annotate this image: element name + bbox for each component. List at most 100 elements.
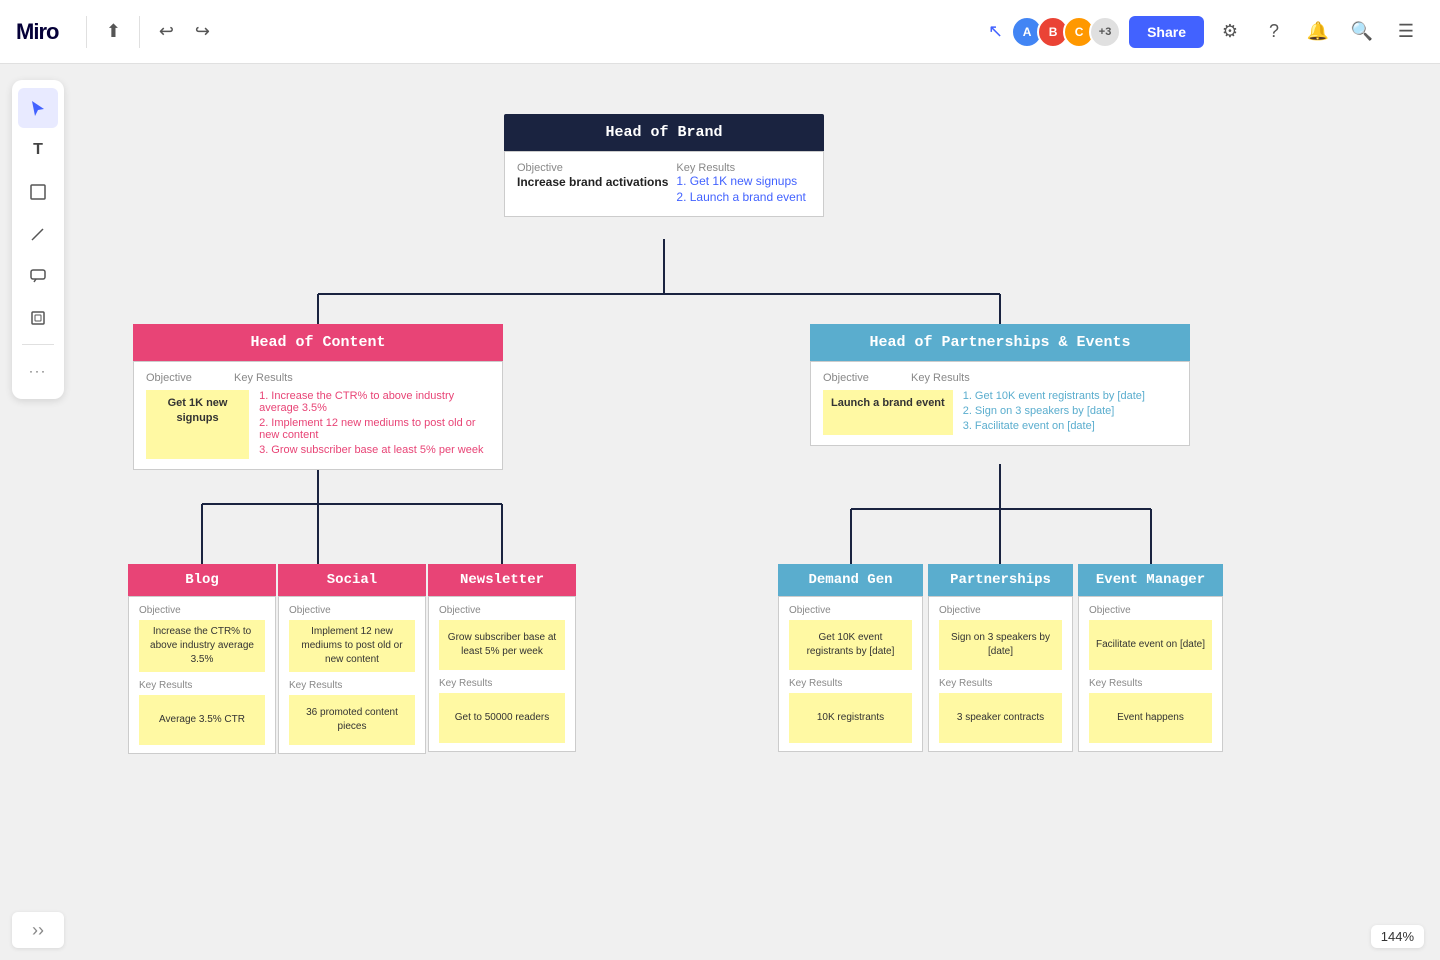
partnerships-sub-kr: 3 speaker contracts — [939, 693, 1062, 743]
hob-cols: Objective Increase brand activations Key… — [517, 162, 811, 206]
newsletter-node: Newsletter Objective Grow subscriber bas… — [428, 564, 576, 752]
hob-kr-col: Key Results 1. Get 1K new signups 2. Lau… — [676, 162, 811, 206]
share-button[interactable]: Share — [1129, 16, 1204, 48]
hob-objective-val: Increase brand activations — [517, 174, 668, 191]
head-of-content-node: Head of Content Objective Key Results Ge… — [133, 324, 503, 470]
blog-node: Blog Objective Increase the CTR% to abov… — [128, 564, 276, 754]
hoc-body: Objective Key Results Get 1K new signups… — [133, 361, 503, 470]
cursor-icon: ↖ — [988, 21, 1003, 42]
blog-header: Blog — [128, 564, 276, 596]
blog-body: Objective Increase the CTR% to above ind… — [128, 596, 276, 754]
undo-button[interactable]: ↩ — [148, 14, 184, 50]
hop-objective-label: Objective — [823, 372, 903, 384]
partnerships-sub-header: Partnerships — [928, 564, 1073, 596]
hob-kr-label: Key Results — [676, 162, 811, 174]
hoc-kr-2: 2. Implement 12 new mediums to post old … — [259, 417, 490, 441]
pen-tool[interactable] — [18, 214, 58, 254]
settings-icon[interactable]: ⚙ — [1212, 14, 1248, 50]
partnerships-sub-body: Objective Sign on 3 speakers by [date] K… — [928, 596, 1073, 752]
avatar-count: +3 — [1089, 16, 1121, 48]
demandgen-node: Demand Gen Objective Get 10K event regis… — [778, 564, 923, 752]
more-tools[interactable]: ··· — [18, 351, 58, 391]
newsletter-header: Newsletter — [428, 564, 576, 596]
help-icon[interactable]: ? — [1256, 14, 1292, 50]
blog-kr: Average 3.5% CTR — [139, 695, 265, 745]
hoc-header-row: Objective Key Results — [146, 372, 490, 384]
hoc-content: Get 1K new signups 1. Increase the CTR% … — [146, 390, 490, 459]
partnerships-sub-kr-label: Key Results — [939, 678, 1062, 689]
hob-body: Objective Increase brand activations Key… — [504, 151, 824, 217]
hob-kr-list: 1. Get 1K new signups 2. Launch a brand … — [676, 174, 811, 204]
partnerships-sub-objective: Sign on 3 speakers by [date] — [939, 620, 1062, 670]
hob-objective-label: Objective — [517, 162, 668, 174]
demandgen-obj-label: Objective — [789, 605, 912, 616]
sticky-tool[interactable] — [18, 172, 58, 212]
avatar-group: A B C +3 — [1011, 16, 1121, 48]
topbar: Miro ⬆ ↩ ↪ ↖ A B C +3 Share ⚙ ? 🔔 🔍 ☰ — [0, 0, 1440, 64]
newsletter-kr: Get to 50000 readers — [439, 693, 565, 743]
hob-kr-2: 2. Launch a brand event — [676, 190, 811, 204]
blog-kr-label: Key Results — [139, 680, 265, 691]
hoc-sticky: Get 1K new signups — [146, 390, 249, 459]
hob-obj-col: Objective Increase brand activations — [517, 162, 668, 206]
hop-content: Launch a brand event 1. Get 10K event re… — [823, 390, 1177, 435]
hop-header: Head of Partnerships & Events — [810, 324, 1190, 361]
hop-kr-label: Key Results — [911, 372, 970, 384]
comment-tool[interactable] — [18, 256, 58, 296]
panel-toggle[interactable]: ›› — [12, 912, 64, 948]
hob-kr-1: 1. Get 1K new signups — [676, 174, 811, 188]
partnerships-sub-node: Partnerships Objective Sign on 3 speaker… — [928, 564, 1073, 752]
newsletter-objective: Grow subscriber base at least 5% per wee… — [439, 620, 565, 670]
topbar-right: ↖ A B C +3 Share ⚙ ? 🔔 🔍 ☰ — [988, 14, 1424, 50]
menu-icon[interactable]: ☰ — [1388, 14, 1424, 50]
upload-button[interactable]: ⬆ — [95, 14, 131, 50]
chevron-right-icon: ›› — [32, 920, 44, 941]
demandgen-kr: 10K registrants — [789, 693, 912, 743]
social-kr-label: Key Results — [289, 680, 415, 691]
hop-kr-1: 1. Get 10K event registrants by [date] — [963, 390, 1145, 402]
divider — [86, 16, 87, 48]
hoc-kr-list: 1. Increase the CTR% to above industry a… — [259, 390, 490, 459]
hoc-kr-label: Key Results — [234, 372, 293, 384]
blog-objective: Increase the CTR% to above industry aver… — [139, 620, 265, 672]
demandgen-objective: Get 10K event registrants by [date] — [789, 620, 912, 670]
hoc-kr-3: 3. Grow subscriber base at least 5% per … — [259, 444, 490, 456]
hop-body: Objective Key Results Launch a brand eve… — [810, 361, 1190, 446]
social-kr: 36 promoted content pieces — [289, 695, 415, 745]
frame-tool[interactable] — [18, 298, 58, 338]
partnerships-sub-obj-label: Objective — [939, 605, 1062, 616]
blog-obj-label: Objective — [139, 605, 265, 616]
cursor-tool[interactable] — [18, 88, 58, 128]
eventmgr-node: Event Manager Objective Facilitate event… — [1078, 564, 1223, 752]
hoc-objective-label: Objective — [146, 372, 226, 384]
hop-header-row: Objective Key Results — [823, 372, 1177, 384]
search-icon[interactable]: 🔍 — [1344, 14, 1380, 50]
eventmgr-kr-label: Key Results — [1089, 678, 1212, 689]
notifications-icon[interactable]: 🔔 — [1300, 14, 1336, 50]
hob-header: Head of Brand — [504, 114, 824, 151]
text-tool[interactable]: T — [18, 130, 58, 170]
hop-kr-list: 1. Get 10K event registrants by [date] 2… — [963, 390, 1145, 435]
hoc-kr-1: 1. Increase the CTR% to above industry a… — [259, 390, 490, 414]
demandgen-body: Objective Get 10K event registrants by [… — [778, 596, 923, 752]
hop-kr-3: 3. Facilitate event on [date] — [963, 420, 1145, 432]
eventmgr-objective: Facilitate event on [date] — [1089, 620, 1212, 670]
eventmgr-kr: Event happens — [1089, 693, 1212, 743]
social-obj-label: Objective — [289, 605, 415, 616]
demandgen-header: Demand Gen — [778, 564, 923, 596]
miro-logo: Miro — [16, 19, 58, 45]
hoc-header: Head of Content — [133, 324, 503, 361]
social-node: Social Objective Implement 12 new medium… — [278, 564, 426, 754]
eventmgr-obj-label: Objective — [1089, 605, 1212, 616]
eventmgr-header: Event Manager — [1078, 564, 1223, 596]
social-body: Objective Implement 12 new mediums to po… — [278, 596, 426, 754]
eventmgr-body: Objective Facilitate event on [date] Key… — [1078, 596, 1223, 752]
tool-separator — [22, 344, 54, 345]
hop-sticky: Launch a brand event — [823, 390, 953, 435]
demandgen-kr-label: Key Results — [789, 678, 912, 689]
hop-kr-2: 2. Sign on 3 speakers by [date] — [963, 405, 1145, 417]
redo-button[interactable]: ↪ — [184, 14, 220, 50]
divider2 — [139, 16, 140, 48]
newsletter-obj-label: Objective — [439, 605, 565, 616]
social-header: Social — [278, 564, 426, 596]
